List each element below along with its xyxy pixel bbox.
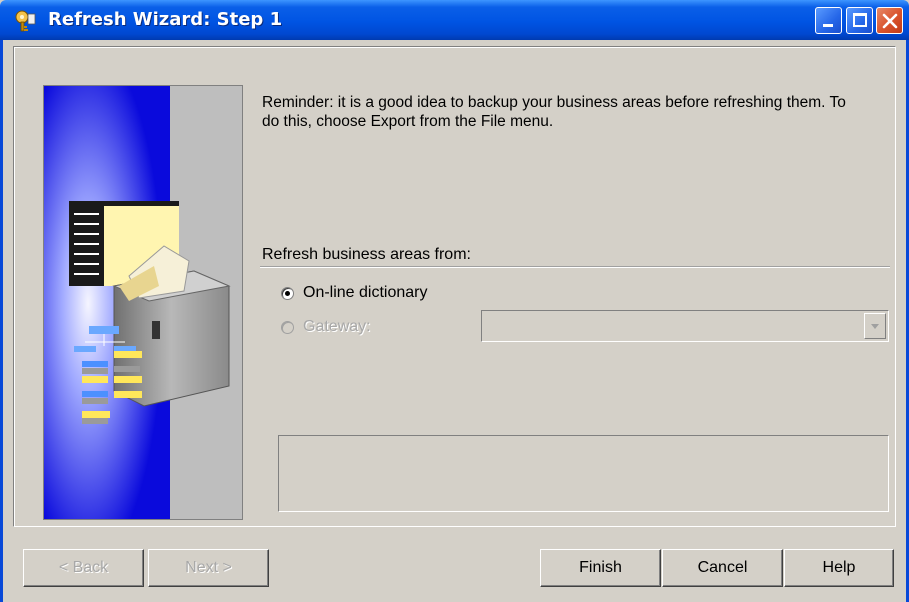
- gateway-option[interactable]: Gateway:: [281, 317, 371, 337]
- close-icon: [881, 12, 899, 30]
- reminder-text: Reminder: it is a good idea to backup yo…: [262, 94, 846, 130]
- help-button[interactable]: Help: [784, 549, 894, 587]
- chevron-down-icon[interactable]: [864, 313, 886, 339]
- online-dictionary-option[interactable]: On-line dictionary: [281, 283, 428, 303]
- online-dictionary-label[interactable]: On-line dictionary: [303, 284, 428, 302]
- cancel-button[interactable]: Cancel: [662, 549, 783, 587]
- maximize-button[interactable]: [846, 7, 873, 34]
- minimize-button[interactable]: [815, 7, 842, 34]
- gateway-label[interactable]: Gateway:: [303, 318, 371, 336]
- finish-button[interactable]: Finish: [540, 549, 661, 587]
- close-button[interactable]: [876, 7, 903, 34]
- online-dictionary-radio[interactable]: [281, 286, 294, 300]
- maximize-icon: [853, 13, 867, 27]
- refresh-source-label: Refresh business areas from:: [262, 246, 471, 263]
- wizard-key-icon[interactable]: [14, 10, 36, 32]
- gateway-select[interactable]: [481, 310, 889, 342]
- title-bar[interactable]: Refresh Wizard: Step 1: [0, 0, 909, 40]
- file-cabinet-illustration: [43, 85, 243, 520]
- back-button[interactable]: < Back: [23, 549, 144, 587]
- window-title: Refresh Wizard: Step 1: [48, 9, 283, 30]
- next-button[interactable]: Next >: [148, 549, 269, 587]
- gateway-radio[interactable]: [281, 320, 294, 334]
- message-area: [278, 435, 889, 512]
- section-divider: [260, 266, 890, 268]
- minimize-icon: [823, 24, 833, 27]
